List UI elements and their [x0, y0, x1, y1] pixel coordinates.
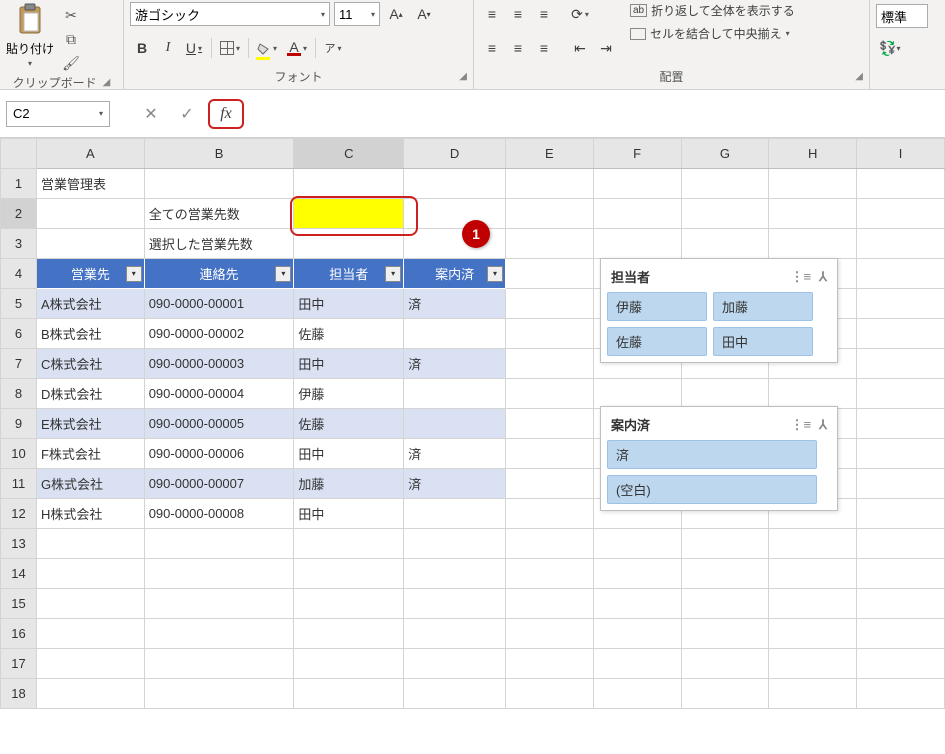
- filter-icon[interactable]: ▾: [487, 266, 503, 282]
- paste-icon[interactable]: [15, 2, 45, 38]
- align-bottom-icon[interactable]: ≡: [532, 2, 556, 26]
- clipboard-group-label: クリップボード: [13, 74, 97, 91]
- col-header-E[interactable]: E: [505, 139, 593, 169]
- row-header[interactable]: 3: [1, 229, 37, 259]
- bold-button[interactable]: B: [130, 36, 154, 60]
- filter-icon[interactable]: ▾: [385, 266, 401, 282]
- slicer-item[interactable]: 佐藤: [607, 327, 707, 356]
- worksheet: A B C D E F G H I 1営業管理表 2全ての営業先数 3選択した営…: [0, 138, 945, 709]
- cell[interactable]: 営業管理表: [36, 169, 144, 199]
- col-header-I[interactable]: I: [857, 139, 945, 169]
- align-right-icon[interactable]: ≡: [532, 36, 556, 60]
- merge-center-button[interactable]: セルを結合して中央揃え ▾: [630, 25, 795, 42]
- multiselect-icon[interactable]: ⋮≡: [790, 269, 811, 285]
- wrap-text-button[interactable]: ab 折り返して全体を表示する: [630, 2, 795, 19]
- underline-button[interactable]: U▾: [182, 36, 206, 60]
- col-header-C[interactable]: C: [294, 139, 404, 169]
- copy-icon[interactable]: ⧉: [62, 30, 80, 48]
- col-header-F[interactable]: F: [593, 139, 681, 169]
- clipboard-launcher-icon[interactable]: ◢: [103, 77, 111, 88]
- slicer-title: 案内済: [611, 415, 650, 434]
- formula-bar: C2▾ ✕ ✓ fx: [0, 90, 945, 138]
- phonetic-button[interactable]: ア▾: [321, 36, 345, 60]
- font-launcher-icon[interactable]: ◢: [459, 71, 467, 82]
- accounting-format-icon[interactable]: 💱▾: [876, 36, 903, 60]
- callout-one: 1: [462, 220, 490, 248]
- col-header-B[interactable]: B: [144, 139, 294, 169]
- slicer-annaizumi[interactable]: 案内済 ⋮≡ ⅄ 済 (空白): [600, 406, 838, 511]
- clear-filter-icon[interactable]: ⅄: [819, 417, 827, 433]
- slicer-item[interactable]: (空白): [607, 475, 817, 504]
- align-top-icon[interactable]: ≡: [480, 2, 504, 26]
- ribbon-group-number: 標準 💱▾: [870, 0, 945, 89]
- align-middle-icon[interactable]: ≡: [506, 2, 530, 26]
- clear-filter-icon[interactable]: ⅄: [819, 269, 827, 285]
- table-header[interactable]: 連絡先▾: [144, 259, 294, 289]
- font-color-button[interactable]: A▾: [284, 36, 310, 60]
- slicer-title: 担当者: [611, 267, 650, 286]
- alignment-launcher-icon[interactable]: ◢: [855, 71, 863, 82]
- select-all-corner[interactable]: [1, 139, 37, 169]
- multiselect-icon[interactable]: ⋮≡: [790, 417, 811, 433]
- paste-dropdown-icon[interactable]: ▾: [28, 59, 32, 68]
- table-header[interactable]: 担当者▾: [294, 259, 404, 289]
- table-header[interactable]: 営業先▾: [36, 259, 144, 289]
- slicer-item[interactable]: 田中: [713, 327, 813, 356]
- increase-font-icon[interactable]: A▴: [384, 2, 408, 26]
- cell[interactable]: 選択した営業先数: [144, 229, 294, 259]
- filter-icon[interactable]: ▾: [126, 266, 142, 282]
- insert-function-button[interactable]: fx: [208, 99, 244, 129]
- align-left-icon[interactable]: ≡: [480, 36, 504, 60]
- font-size-select[interactable]: 11▾: [334, 2, 380, 26]
- row-header[interactable]: 4: [1, 259, 37, 289]
- border-button[interactable]: ▾: [217, 36, 243, 60]
- cut-icon[interactable]: ✂: [62, 6, 80, 24]
- col-header-A[interactable]: A: [36, 139, 144, 169]
- slicer-item[interactable]: 済: [607, 440, 817, 469]
- slicer-item[interactable]: 伊藤: [607, 292, 707, 321]
- font-name-select[interactable]: 游ゴシック▾: [130, 2, 330, 26]
- slicer-tantousha[interactable]: 担当者 ⋮≡ ⅄ 伊藤 加藤 佐藤 田中: [600, 258, 838, 363]
- col-header-H[interactable]: H: [769, 139, 857, 169]
- font-group-label: フォント: [274, 68, 322, 85]
- align-center-icon[interactable]: ≡: [506, 36, 530, 60]
- number-format-select[interactable]: 標準: [876, 4, 928, 28]
- decrease-font-icon[interactable]: A▾: [412, 2, 436, 26]
- col-header-G[interactable]: G: [681, 139, 769, 169]
- row-header[interactable]: 2: [1, 199, 37, 229]
- slicer-item[interactable]: 加藤: [713, 292, 813, 321]
- ribbon-group-font: 游ゴシック▾ 11▾ A▴ A▾ B I U▾ ▾ ▾ A▾ ア▾: [124, 0, 474, 89]
- filter-icon[interactable]: ▾: [275, 266, 291, 282]
- col-header-D[interactable]: D: [404, 139, 506, 169]
- ribbon: 貼り付け ▾ ✂ ⧉ 🖌 クリップボード ◢ 游ゴシック▾ 11▾ A▴ A▾: [0, 0, 945, 90]
- format-painter-icon[interactable]: 🖌: [62, 54, 80, 72]
- cell[interactable]: 全ての営業先数: [144, 199, 294, 229]
- ribbon-group-clipboard: 貼り付け ▾ ✂ ⧉ 🖌 クリップボード ◢: [0, 0, 124, 89]
- cancel-formula-icon[interactable]: ✕: [136, 101, 166, 127]
- cell-c2-active[interactable]: [294, 199, 404, 229]
- ribbon-group-alignment: ≡ ≡ ≡ ⟳▾ ≡ ≡ ≡ ⇤ ⇥ ab 折り返して全: [474, 0, 870, 89]
- alignment-group-label: 配置: [659, 68, 683, 85]
- italic-button[interactable]: I: [156, 36, 180, 60]
- paste-label[interactable]: 貼り付け: [6, 40, 54, 57]
- enter-formula-icon[interactable]: ✓: [172, 101, 202, 127]
- row-header[interactable]: 1: [1, 169, 37, 199]
- increase-indent-icon[interactable]: ⇥: [594, 36, 618, 60]
- formula-input[interactable]: [250, 101, 939, 127]
- orientation-icon[interactable]: ⟳▾: [568, 2, 592, 26]
- decrease-indent-icon[interactable]: ⇤: [568, 36, 592, 60]
- table-header[interactable]: 案内済▾: [404, 259, 506, 289]
- name-box[interactable]: C2▾: [6, 101, 110, 127]
